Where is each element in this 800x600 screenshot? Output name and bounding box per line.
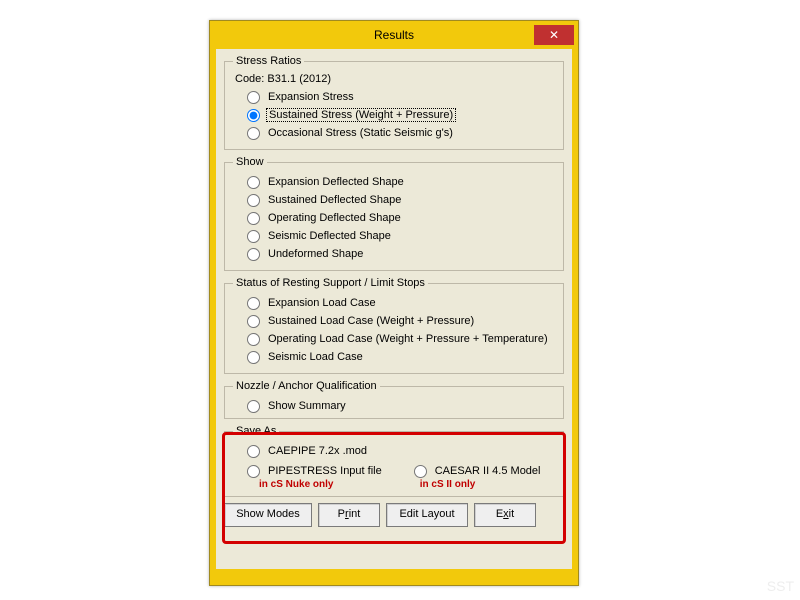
legend-nozzle: Nozzle / Anchor Qualification	[233, 380, 380, 392]
close-button[interactable]: ✕	[534, 25, 574, 45]
lbl-show-summary: Show Summary	[266, 400, 348, 412]
opt-seis-lc[interactable]: Seismic Load Case	[247, 349, 555, 365]
opt-expansion-stress[interactable]: Expansion Stress	[247, 89, 555, 105]
opt-exp-lc[interactable]: Expansion Load Case	[247, 295, 555, 311]
radio-exp-defl[interactable]	[247, 176, 260, 189]
lbl-caesar: CAESAR II 4.5 Model	[433, 465, 543, 477]
titlebar: Results ✕	[210, 21, 578, 49]
radio-op-lc[interactable]	[247, 333, 260, 346]
legend-show: Show	[233, 156, 267, 168]
radio-expansion-stress[interactable]	[247, 91, 260, 104]
radio-occasional-stress[interactable]	[247, 127, 260, 140]
lbl-exp-defl: Expansion Deflected Shape	[266, 176, 406, 188]
opt-sus-lc[interactable]: Sustained Load Case (Weight + Pressure)	[247, 313, 555, 329]
show-modes-button[interactable]: Show Modes	[224, 503, 312, 527]
watermark: SST	[767, 578, 794, 594]
lbl-sus-defl: Sustained Deflected Shape	[266, 194, 403, 206]
lbl-seis-lc: Seismic Load Case	[266, 351, 365, 363]
group-show: Show Expansion Deflected Shape Sustained…	[224, 156, 564, 271]
radio-show-summary[interactable]	[247, 400, 260, 413]
group-nozzle: Nozzle / Anchor Qualification Show Summa…	[224, 380, 564, 419]
group-stress-ratios: Stress Ratios Code: B31.1 (2012) Expansi…	[224, 55, 564, 150]
opt-seis-defl[interactable]: Seismic Deflected Shape	[247, 228, 555, 244]
code-label: Code: B31.1 (2012)	[235, 73, 555, 85]
lbl-exit-post: it	[509, 508, 515, 520]
lbl-caepipe: CAEPIPE 7.2x .mod	[266, 445, 369, 457]
lbl-print-pre: P	[338, 508, 345, 520]
radio-sus-defl[interactable]	[247, 194, 260, 207]
annot-csii: in cS II only	[420, 479, 543, 490]
opt-undef[interactable]: Undeformed Shape	[247, 246, 555, 262]
lbl-edit-layout: Edit Layout	[399, 508, 454, 520]
radio-undef[interactable]	[247, 248, 260, 261]
exit-button[interactable]: Exit	[474, 503, 536, 527]
lbl-op-lc: Operating Load Case (Weight + Pressure +…	[266, 333, 550, 345]
radio-exp-lc[interactable]	[247, 297, 260, 310]
radio-op-defl[interactable]	[247, 212, 260, 225]
window-title: Results	[374, 21, 414, 49]
lbl-undef: Undeformed Shape	[266, 248, 365, 260]
results-dialog: Results ✕ Stress Ratios Code: B31.1 (201…	[209, 20, 579, 586]
annot-nuke: in cS Nuke only	[259, 479, 384, 490]
lbl-expansion-stress: Expansion Stress	[266, 91, 356, 103]
opt-show-summary[interactable]: Show Summary	[247, 398, 555, 414]
lbl-pipestress: PIPESTRESS Input file	[266, 465, 384, 477]
opt-sus-defl[interactable]: Sustained Deflected Shape	[247, 192, 555, 208]
radio-seis-defl[interactable]	[247, 230, 260, 243]
opt-op-defl[interactable]: Operating Deflected Shape	[247, 210, 555, 226]
opt-op-lc[interactable]: Operating Load Case (Weight + Pressure +…	[247, 331, 555, 347]
lbl-occasional-stress: Occasional Stress (Static Seismic g's)	[266, 127, 455, 139]
radio-pipestress[interactable]	[247, 465, 260, 478]
lbl-op-defl: Operating Deflected Shape	[266, 212, 403, 224]
opt-exp-defl[interactable]: Expansion Deflected Shape	[247, 174, 555, 190]
lbl-seis-defl: Seismic Deflected Shape	[266, 230, 393, 242]
lbl-show-modes: Show Modes	[236, 508, 300, 520]
legend-stress-ratios: Stress Ratios	[233, 55, 304, 67]
edit-layout-button[interactable]: Edit Layout	[386, 503, 468, 527]
lbl-print-post: int	[349, 508, 361, 520]
radio-seis-lc[interactable]	[247, 351, 260, 364]
opt-pipestress[interactable]: PIPESTRESS Input file	[247, 463, 384, 479]
button-bar: Show Modes Print Edit Layout Exit	[224, 503, 564, 527]
radio-caesar[interactable]	[414, 465, 427, 478]
opt-sustained-stress[interactable]: Sustained Stress (Weight + Pressure)	[247, 107, 555, 123]
close-icon: ✕	[549, 28, 559, 42]
opt-caepipe[interactable]: CAEPIPE 7.2x .mod	[247, 443, 555, 459]
lbl-sustained-stress: Sustained Stress (Weight + Pressure)	[266, 108, 456, 122]
print-button[interactable]: Print	[318, 503, 380, 527]
dialog-body: Stress Ratios Code: B31.1 (2012) Expansi…	[216, 49, 572, 569]
group-save-as: Save As CAEPIPE 7.2x .mod PIPESTRESS Inp…	[224, 425, 564, 497]
radio-sus-lc[interactable]	[247, 315, 260, 328]
radio-caepipe[interactable]	[247, 445, 260, 458]
lbl-sus-lc: Sustained Load Case (Weight + Pressure)	[266, 315, 476, 327]
legend-status: Status of Resting Support / Limit Stops	[233, 277, 428, 289]
legend-save-as: Save As	[233, 425, 279, 437]
group-status: Status of Resting Support / Limit Stops …	[224, 277, 564, 374]
radio-sustained-stress[interactable]	[247, 109, 260, 122]
opt-occasional-stress[interactable]: Occasional Stress (Static Seismic g's)	[247, 125, 555, 141]
opt-caesar[interactable]: CAESAR II 4.5 Model	[414, 463, 543, 479]
lbl-exp-lc: Expansion Load Case	[266, 297, 378, 309]
